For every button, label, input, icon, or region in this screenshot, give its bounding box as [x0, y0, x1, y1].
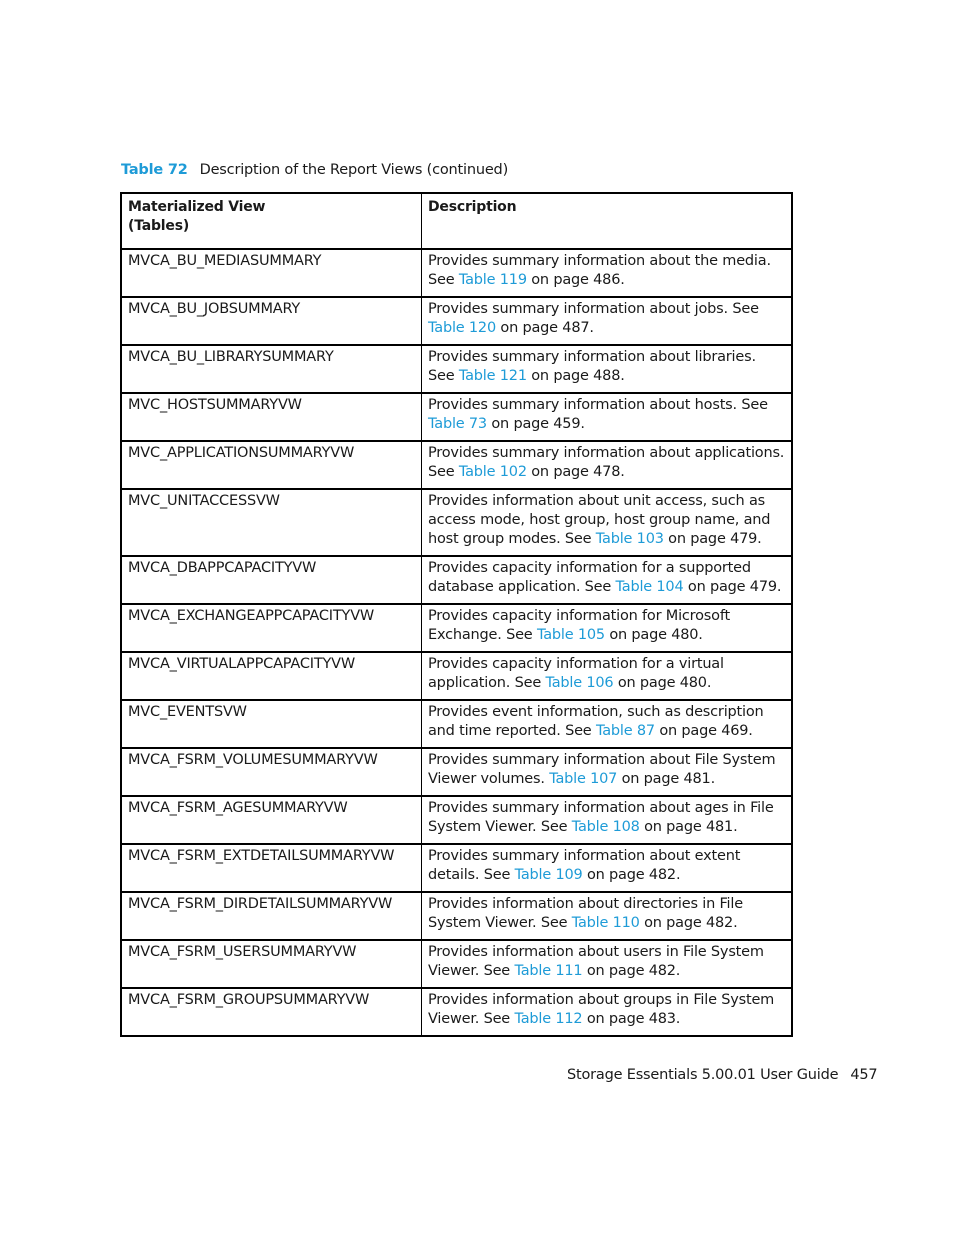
table-row: MVCA_EXCHANGEAPPCAPACITYVW Provides capac…: [120, 603, 793, 653]
view-name: MVCA_BU_LIBRARYSUMMARY: [120, 344, 422, 394]
view-name: MVCA_FSRM_DIRDETAILSUMMARYVW: [120, 891, 422, 941]
page-reference-text: on page 479.: [683, 579, 782, 595]
description-text: Provides summary information about jobs.…: [428, 301, 759, 317]
view-description: Provides capacity information for a supp…: [421, 555, 793, 605]
table-reference-link[interactable]: Table 120: [428, 320, 496, 336]
view-name: MVCA_FSRM_VOLUMESUMMARYVW: [120, 747, 422, 797]
table-reference-link[interactable]: Table 102: [459, 464, 527, 480]
view-description: Provides summary information about the m…: [421, 248, 793, 298]
table-row: MVCA_FSRM_AGESUMMARYVW Provides summary i…: [120, 795, 793, 845]
table-reference-link[interactable]: Table 111: [514, 963, 582, 979]
table-caption-title: Description of the Report Views (continu…: [199, 162, 509, 178]
table-row: MVCA_FSRM_USERSUMMARYVW Provides informat…: [120, 939, 793, 989]
table-row: MVCA_BU_MEDIASUMMARY Provides summary inf…: [120, 248, 793, 298]
page-footer: Storage Essentials 5.00.01 User Guide 457: [567, 1067, 878, 1083]
table-row: MVCA_FSRM_DIRDETAILSUMMARYVW Provides inf…: [120, 891, 793, 941]
view-description: Provides information about groups in Fil…: [421, 987, 793, 1037]
view-name: MVCA_EXCHANGEAPPCAPACITYVW: [120, 603, 422, 653]
table-reference-link[interactable]: Table 106: [545, 675, 613, 691]
view-name: MVC_UNITACCESSVW: [120, 488, 422, 557]
header-description: Description: [421, 192, 793, 250]
table-reference-link[interactable]: Table 121: [459, 368, 527, 384]
table-row: MVCA_FSRM_EXTDETAILSUMMARYVW Provides sum…: [120, 843, 793, 893]
page-reference-text: on page 481.: [639, 819, 738, 835]
table-reference-link[interactable]: Table 107: [549, 771, 617, 787]
table-row: MVC_APPLICATIONSUMMARYVW Provides summary…: [120, 440, 793, 490]
page-reference-text: on page 487.: [495, 320, 594, 336]
table-reference-link[interactable]: Table 105: [537, 627, 605, 643]
view-name: MVCA_FSRM_GROUPSUMMARYVW: [120, 987, 422, 1037]
table-caption: Table 72 Description of the Report Views …: [121, 162, 508, 178]
table-row: MVCA_BU_LIBRARYSUMMARY Provides summary i…: [120, 344, 793, 394]
table-caption-label: Table 72: [121, 162, 188, 178]
view-description: Provides capacity information for a virt…: [421, 651, 793, 701]
view-description: Provides summary information about ages …: [421, 795, 793, 845]
header-materialized-view: Materialized View (Tables): [120, 192, 422, 250]
table-row: MVC_HOSTSUMMARYVW Provides summary inform…: [120, 392, 793, 442]
view-name: MVC_EVENTSVW: [120, 699, 422, 749]
view-description: Provides summary information about jobs.…: [421, 296, 793, 346]
description-text: Provides summary information about hosts…: [428, 397, 768, 413]
page-number: 457: [850, 1067, 878, 1083]
table-reference-link[interactable]: Table 104: [616, 579, 684, 595]
page-reference-text: on page 459.: [486, 416, 585, 432]
view-name: MVCA_FSRM_USERSUMMARYVW: [120, 939, 422, 989]
table-reference-link[interactable]: Table 112: [514, 1011, 582, 1027]
view-description: Provides information about unit access, …: [421, 488, 793, 557]
page-reference-text: on page 483.: [582, 1011, 681, 1027]
table-reference-link[interactable]: Table 87: [596, 723, 655, 739]
view-name: MVC_APPLICATIONSUMMARYVW: [120, 440, 422, 490]
table-row: MVCA_FSRM_VOLUMESUMMARYVW Provides summar…: [120, 747, 793, 797]
view-description: Provides information about directories i…: [421, 891, 793, 941]
table-row: MVC_UNITACCESSVW Provides information abo…: [120, 488, 793, 557]
page-reference-text: on page 481.: [617, 771, 716, 787]
view-name: MVCA_BU_MEDIASUMMARY: [120, 248, 422, 298]
view-description: Provides capacity information for Micros…: [421, 603, 793, 653]
view-description: Provides summary information about File …: [421, 747, 793, 797]
table-row: MVCA_VIRTUALAPPCAPACITYVW Provides capaci…: [120, 651, 793, 701]
view-description: Provides information about users in File…: [421, 939, 793, 989]
view-name: MVC_HOSTSUMMARYVW: [120, 392, 422, 442]
table-row: MVC_EVENTSVW Provides event information, …: [120, 699, 793, 749]
table-row: MVCA_BU_JOBSUMMARY Provides summary infor…: [120, 296, 793, 346]
header-col1-line1: Materialized View: [128, 199, 266, 215]
footer-title: Storage Essentials 5.00.01 User Guide: [567, 1067, 839, 1083]
table-reference-link[interactable]: Table 110: [572, 915, 640, 931]
view-name: MVCA_VIRTUALAPPCAPACITYVW: [120, 651, 422, 701]
view-description: Provides event information, such as desc…: [421, 699, 793, 749]
page-reference-text: on page 482.: [582, 867, 681, 883]
page-reference-text: on page 480.: [613, 675, 712, 691]
page-reference-text: on page 488.: [526, 368, 625, 384]
table-reference-link[interactable]: Table 103: [596, 531, 664, 547]
view-name: MVCA_FSRM_EXTDETAILSUMMARYVW: [120, 843, 422, 893]
report-views-table: Materialized View (Tables) Description M…: [120, 192, 793, 1037]
view-description: Provides summary information about hosts…: [421, 392, 793, 442]
page-reference-text: on page 478.: [526, 464, 625, 480]
page-reference-text: on page 479.: [663, 531, 762, 547]
view-description: Provides summary information about exten…: [421, 843, 793, 893]
view-name: MVCA_BU_JOBSUMMARY: [120, 296, 422, 346]
view-name: MVCA_FSRM_AGESUMMARYVW: [120, 795, 422, 845]
page-reference-text: on page 482.: [639, 915, 738, 931]
view-description: Provides summary information about appli…: [421, 440, 793, 490]
page-reference-text: on page 480.: [604, 627, 703, 643]
table-row: MVCA_FSRM_GROUPSUMMARYVW Provides informa…: [120, 987, 793, 1037]
table-reference-link[interactable]: Table 108: [572, 819, 640, 835]
page-reference-text: on page 486.: [526, 272, 625, 288]
page-reference-text: on page 469.: [654, 723, 753, 739]
view-name: MVCA_DBAPPCAPACITYVW: [120, 555, 422, 605]
table-reference-link[interactable]: Table 119: [459, 272, 527, 288]
page-reference-text: on page 482.: [582, 963, 681, 979]
table-row: MVCA_DBAPPCAPACITYVW Provides capacity in…: [120, 555, 793, 605]
view-description: Provides summary information about libra…: [421, 344, 793, 394]
header-col1-line2: (Tables): [128, 218, 190, 234]
table-reference-link[interactable]: Table 109: [515, 867, 583, 883]
table-reference-link[interactable]: Table 73: [428, 416, 487, 432]
table-header-row: Materialized View (Tables) Description: [120, 192, 793, 250]
